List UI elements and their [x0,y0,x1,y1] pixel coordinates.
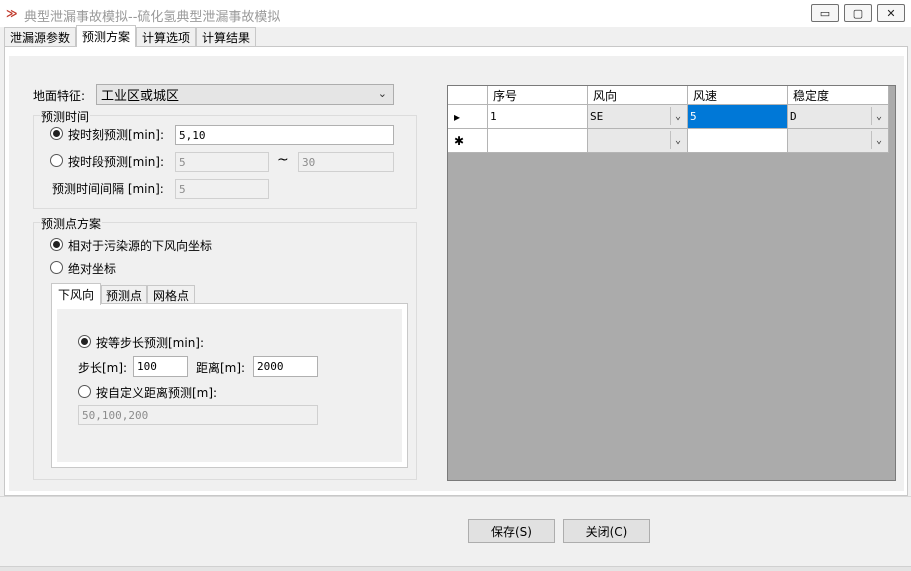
equal-step-label: 按等步长预测[min]: [96,336,205,350]
cell-wind-direction[interactable]: SE ⌄ [588,105,688,129]
distance-label: 距离[m]: [196,361,246,375]
column-header-index[interactable]: 序号 [488,86,588,105]
minimize-button[interactable]: ▭ [811,4,839,22]
close-icon: ✕ [886,6,896,20]
period-separator: ~ [277,152,289,168]
close-button[interactable]: 关闭(C) [563,519,650,543]
cell-index[interactable]: 1 [488,105,588,129]
current-row-arrow-icon: ▸ [454,109,461,124]
weather-data-grid[interactable]: 序号 风向 风速 稳定度 ▸ 1 SE ⌄ 5 D ⌄ ✱ ⌄ ⌄ [447,85,896,481]
step-input[interactable]: 100 [133,356,188,377]
by-moment-radio[interactable] [50,127,63,140]
chevron-down-icon[interactable]: ⌄ [871,131,886,149]
minimize-icon: ▭ [819,6,831,20]
tab-leak-source[interactable]: 泄漏源参数 [4,27,76,47]
tab-calc-options[interactable]: 计算选项 [136,27,196,47]
column-header-stability[interactable]: 稳定度 [788,86,889,105]
tab-predict-plan[interactable]: 预测方案 [76,25,136,47]
bottom-separator [0,496,911,497]
terrain-value: 工业区或城区 [101,89,180,104]
tab-calc-results[interactable]: 计算结果 [196,27,256,47]
absolute-coord-label: 绝对坐标 [68,262,117,276]
cell-stability[interactable]: D ⌄ [788,105,889,129]
by-moment-input[interactable]: 5,10 [175,125,394,145]
interval-label: 预测时间间隔 [min]: [52,182,164,196]
window-title: 典型泄漏事故模拟--硫化氢典型泄漏事故模拟 [24,10,281,25]
close-window-button[interactable]: ✕ [877,4,905,22]
terrain-label: 地面特征: [33,89,86,103]
save-button[interactable]: 保存(S) [468,519,555,543]
new-cell-index[interactable] [488,129,588,153]
interval-input[interactable]: 5 [175,179,269,199]
distance-input[interactable]: 2000 [253,356,318,377]
by-period-label: 按时段预测[min]: [68,155,165,169]
cell-stability-value: D [790,110,797,123]
custom-distance-input[interactable]: 50,100,200 [78,405,318,425]
absolute-coord-radio[interactable] [50,261,63,274]
chevron-down-icon: ⌄ [377,87,387,100]
row-header-current[interactable]: ▸ [448,105,488,129]
maximize-button[interactable]: ▢ [844,4,872,22]
grid-corner-header [448,86,488,105]
by-moment-label: 按时刻预测[min]: [68,128,165,142]
custom-distance-radio[interactable] [78,385,91,398]
chevron-down-icon[interactable]: ⌄ [871,107,886,125]
new-cell-wind-speed[interactable] [688,129,788,153]
custom-distance-label: 按自定义距离预测[m]: [96,386,218,400]
subtab-predict-points[interactable]: 预测点 [101,285,147,305]
equal-step-radio[interactable] [78,335,91,348]
relative-coord-radio[interactable] [50,238,63,251]
by-period-radio[interactable] [50,154,63,167]
status-bar [0,566,911,571]
period-end-input[interactable]: 30 [298,152,394,172]
new-cell-stability[interactable]: ⌄ [788,129,889,153]
subtab-grid-points[interactable]: 网格点 [147,285,195,305]
cell-wind-speed[interactable]: 5 [688,105,788,129]
maximize-icon: ▢ [852,6,864,20]
subtab-downwind[interactable]: 下风向 [51,283,101,305]
new-cell-wind-direction[interactable]: ⌄ [588,129,688,153]
chevron-down-icon[interactable]: ⌄ [670,107,685,125]
chevron-down-icon[interactable]: ⌄ [670,131,685,149]
terrain-select[interactable]: 工业区或城区 ⌄ [96,84,394,105]
new-row-asterisk-icon: ✱ [454,133,465,148]
row-header-new[interactable]: ✱ [448,129,488,153]
step-label: 步长[m]: [78,361,128,375]
cell-wind-direction-value: SE [590,110,604,123]
app-logo-icon: ≫ [6,7,17,20]
period-start-input[interactable]: 5 [175,152,269,172]
predict-points-group-label: 预测点方案 [40,215,103,232]
predict-time-group-label: 预测时间 [40,108,91,125]
column-header-wind-speed[interactable]: 风速 [688,86,788,105]
relative-coord-label: 相对于污染源的下风向坐标 [68,239,213,253]
column-header-wind-direction[interactable]: 风向 [588,86,688,105]
